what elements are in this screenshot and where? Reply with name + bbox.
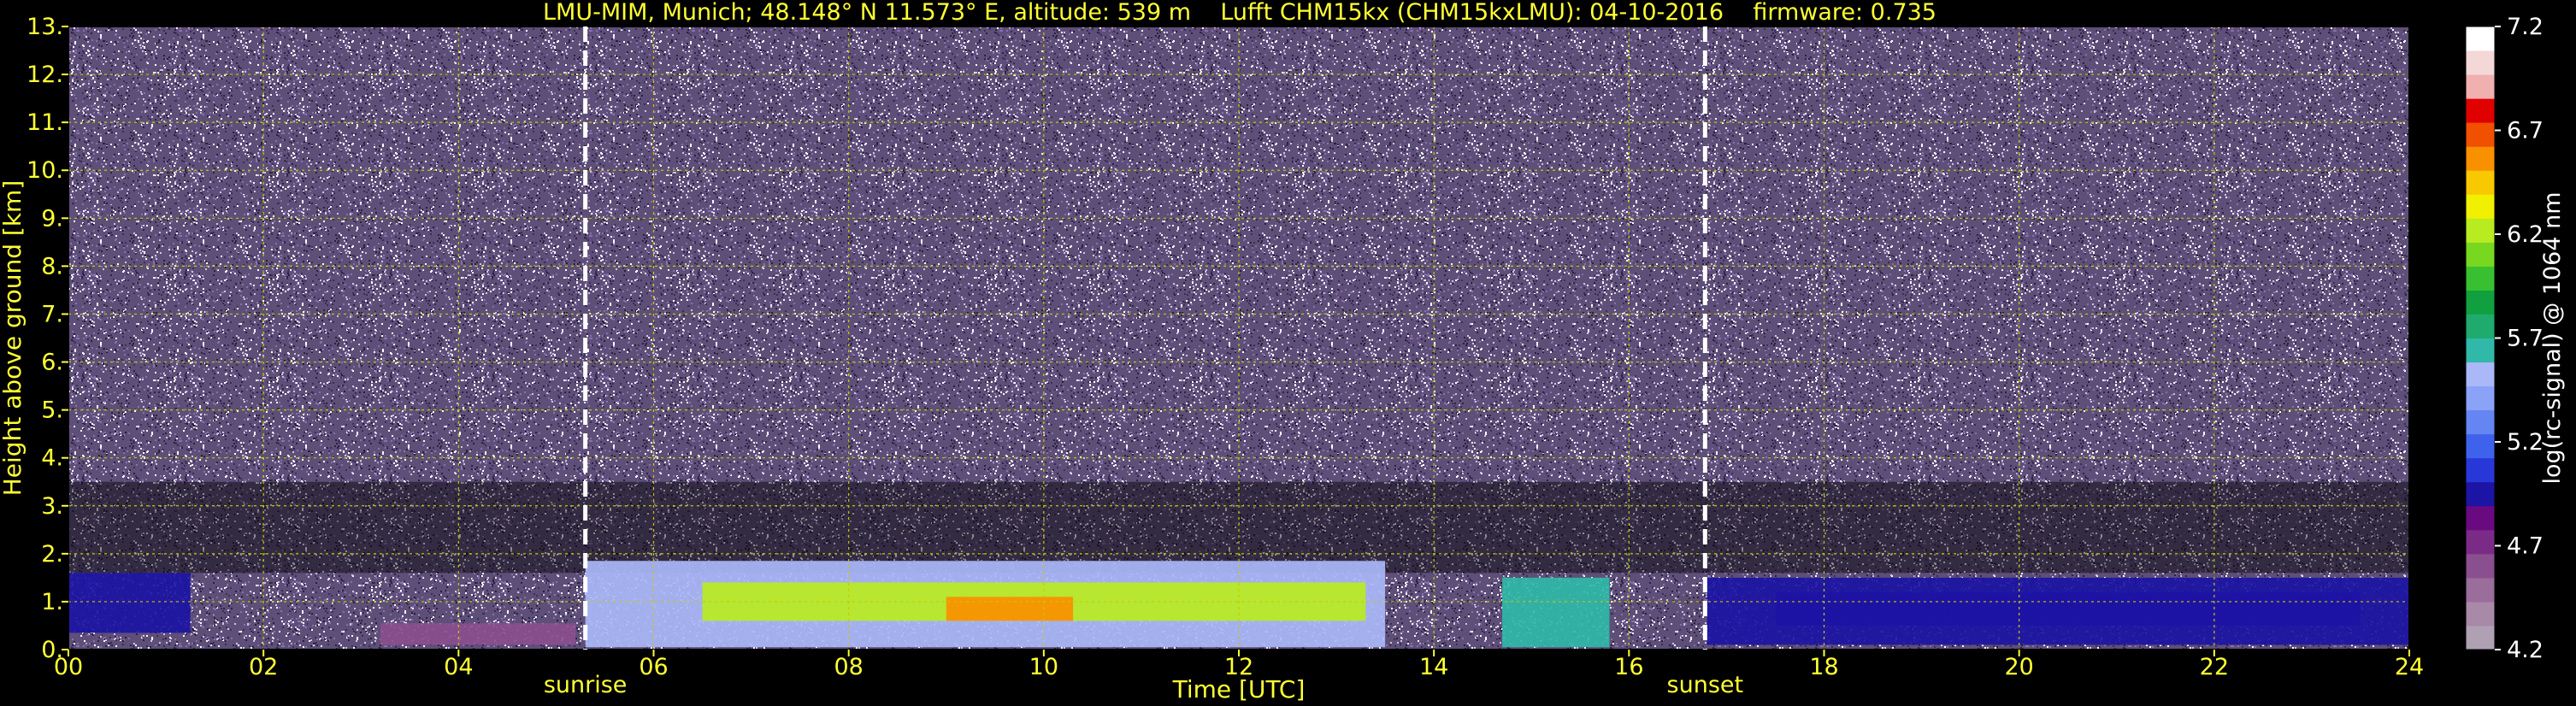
y-tick-label: 6. xyxy=(41,350,63,376)
x-tick-label: 10 xyxy=(1029,654,1058,680)
y-tick-label: 3. xyxy=(41,493,63,520)
colorbar-swatch xyxy=(2466,625,2495,650)
aerosol-layer-0 xyxy=(68,573,191,633)
x-tick-label: 06 xyxy=(639,654,668,680)
colorbar-swatch xyxy=(2466,242,2495,267)
x-tick-label: 14 xyxy=(1419,654,1448,680)
colorbar-swatch xyxy=(2466,98,2495,123)
colorbar-tick-label: 7.2 xyxy=(2507,14,2544,40)
colorbar-swatch xyxy=(2466,26,2495,51)
ceilometer-chart: sunrise sunset 00 02 04 06 08 10 12 14 16 18 20 22 24… xyxy=(0,14,2566,703)
x-tick-label: 04 xyxy=(444,654,473,680)
x-tick-label: 16 xyxy=(1614,654,1643,680)
x-tick-label: 22 xyxy=(2200,654,2229,680)
colorbar-swatch xyxy=(2466,457,2495,483)
colorbar-swatch xyxy=(2466,170,2495,195)
colorbar-swatch xyxy=(2466,338,2495,363)
y-tick-label: 12. xyxy=(27,62,63,88)
event-label-sunrise: sunrise xyxy=(544,672,628,698)
x-tick-label: 02 xyxy=(249,654,278,680)
colorbar-swatch xyxy=(2466,194,2495,219)
colorbar-tick-label: 5.2 xyxy=(2507,429,2544,456)
x-tick-label: 20 xyxy=(2004,654,2033,680)
colorbar-swatch xyxy=(2466,409,2495,435)
colorbar-swatch xyxy=(2466,433,2495,459)
y-tick-label: 1. xyxy=(41,589,63,615)
colorbar-swatch xyxy=(2466,601,2495,627)
colorbar-swatch xyxy=(2466,553,2495,579)
event-label-sunset: sunset xyxy=(1667,672,1744,698)
y-axis-ticks: 0. 1. 2. 3. 4. 5. 6. 7. 8. 9. 10. 11. 12. 13. xyxy=(27,14,68,663)
y-tick-label: 9. xyxy=(41,205,63,232)
y-tick-label: 2. xyxy=(41,541,63,568)
colorbar-tick-label: 4.7 xyxy=(2507,533,2544,560)
colorbar-swatch xyxy=(2466,314,2495,338)
colorbar-tick-label: 6.7 xyxy=(2507,118,2544,144)
colorbar-swatch xyxy=(2466,122,2495,147)
colorbar-swatch xyxy=(2466,218,2495,243)
x-tick-label: 18 xyxy=(1809,654,1838,680)
colorbar-swatch xyxy=(2466,362,2495,387)
colorbar-swatch xyxy=(2466,74,2495,99)
y-tick-label: 0. xyxy=(41,637,63,663)
y-tick-label: 4. xyxy=(41,445,63,472)
y-tick-label: 13. xyxy=(27,14,63,40)
colorbar-swatch xyxy=(2466,577,2495,603)
colorbar-tick-label: 5.7 xyxy=(2507,326,2544,352)
colorbar-tick-label: 6.2 xyxy=(2507,221,2544,248)
y-tick-label: 8. xyxy=(41,253,63,279)
y-tick-label: 7. xyxy=(41,301,63,327)
colorbar-swatch xyxy=(2466,290,2495,315)
colorbar-swatch xyxy=(2466,481,2495,507)
colorbar-swatch xyxy=(2466,529,2495,555)
colorbar-ticks: 4.2 4.7 5.2 5.7 6.2 6.7 7.2 xyxy=(2495,14,2544,663)
aerosol-layer-1 xyxy=(380,623,576,645)
aerosol-layer-7 xyxy=(1775,591,2361,626)
x-axis-label: Time [UTC] xyxy=(1172,675,1306,703)
colorbar-swatch xyxy=(2466,266,2495,291)
colorbar xyxy=(2465,26,2496,650)
colorbar-label: log(rc-signal) @ 1064 nm xyxy=(2539,191,2566,484)
colorbar-swatch xyxy=(2466,505,2495,531)
y-tick-label: 5. xyxy=(41,397,63,424)
colorbar-swatch xyxy=(2466,50,2495,75)
y-tick-label: 10. xyxy=(27,157,63,184)
aerosol-layer-4 xyxy=(946,597,1074,621)
colorbar-tick-label: 4.2 xyxy=(2507,637,2544,663)
y-tick-label: 11. xyxy=(27,109,63,136)
y-axis-label: Height above ground [km] xyxy=(0,180,27,497)
x-tick-label: 24 xyxy=(2395,654,2424,680)
colorbar-swatch xyxy=(2466,146,2495,171)
x-tick-label: 08 xyxy=(834,654,863,680)
colorbar-swatch xyxy=(2466,385,2495,411)
aerosol-layer-5 xyxy=(1502,577,1610,648)
